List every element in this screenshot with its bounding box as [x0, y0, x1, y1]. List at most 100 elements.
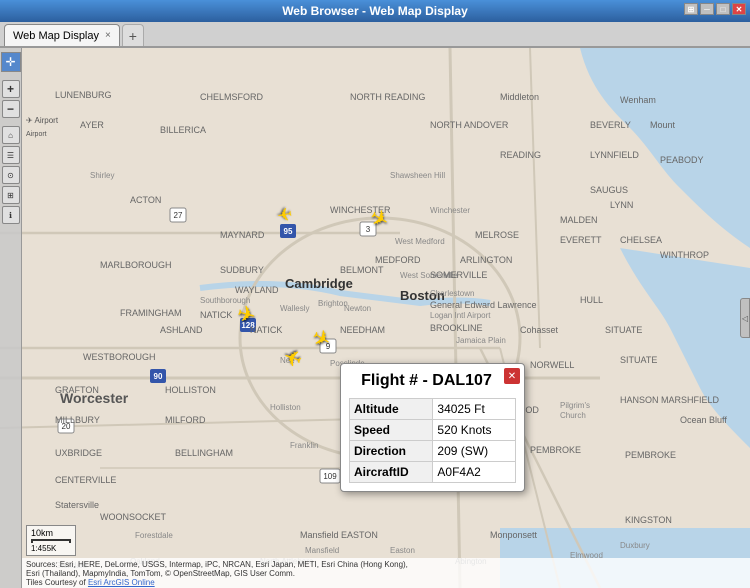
svg-text:MARLBOROUGH: MARLBOROUGH — [100, 260, 172, 270]
attribution-link[interactable]: Esri ArcGIS Online — [88, 578, 155, 587]
svg-text:27: 27 — [174, 211, 183, 220]
locate-btn[interactable]: ⊙ — [2, 166, 20, 184]
svg-text:Ocean Bluff: Ocean Bluff — [680, 415, 727, 425]
popup-row-value: 209 (SW) — [433, 441, 516, 462]
svg-text:CHELMSFORD: CHELMSFORD — [200, 92, 264, 102]
svg-text:KINGSTON: KINGSTON — [625, 515, 672, 525]
svg-text:WAYLAND: WAYLAND — [235, 285, 279, 295]
svg-text:Middleton: Middleton — [500, 92, 539, 102]
tab-bar: Web Map Display × + — [0, 22, 750, 48]
svg-text:PEMBROKE: PEMBROKE — [625, 450, 676, 460]
popup-row-label: Speed — [350, 420, 433, 441]
svg-text:CENTERVILLE: CENTERVILLE — [55, 475, 116, 485]
svg-text:BELMONT: BELMONT — [340, 265, 384, 275]
svg-text:Shawsheen Hill: Shawsheen Hill — [390, 171, 445, 180]
window-title: Web Browser - Web Map Display — [282, 4, 468, 18]
layers-btn[interactable]: ☰ — [2, 146, 20, 164]
window-controls[interactable]: ⊞ ─ □ ✕ — [684, 3, 746, 15]
svg-text:NORTH READING: NORTH READING — [350, 92, 425, 102]
title-bar: Web Browser - Web Map Display ⊞ ─ □ ✕ — [0, 0, 750, 22]
svg-text:SITUATE: SITUATE — [620, 355, 657, 365]
popup-row-value: 520 Knots — [433, 420, 516, 441]
svg-text:NORTH ANDOVER: NORTH ANDOVER — [430, 120, 509, 130]
svg-text:HANSON MARSHFIELD: HANSON MARSHFIELD — [620, 395, 720, 405]
svg-text:Newton: Newton — [344, 304, 371, 313]
nav-compass-btn[interactable]: ✛ — [1, 52, 21, 72]
map-container[interactable]: 95 128 90 3 9 20 27 109 28 — [0, 48, 750, 588]
svg-text:SOMERVILLE: SOMERVILLE — [430, 270, 487, 280]
info-btn[interactable]: ℹ — [2, 206, 20, 224]
new-tab-btn[interactable]: + — [122, 24, 144, 46]
svg-text:FRAMINGHAM: FRAMINGHAM — [120, 308, 182, 318]
map-right-handle[interactable]: ◁ — [740, 298, 750, 338]
svg-text:Pilgrim's: Pilgrim's — [560, 401, 590, 410]
popup-row-label: Altitude — [350, 399, 433, 420]
svg-text:WOONSOCKET: WOONSOCKET — [100, 512, 167, 522]
svg-text:Charlestown: Charlestown — [430, 289, 474, 298]
svg-text:NATICK: NATICK — [200, 310, 232, 320]
svg-text:Winchester: Winchester — [430, 206, 470, 215]
zoom-out-btn[interactable]: − — [2, 100, 20, 118]
zoom-in-btn[interactable]: + — [2, 80, 20, 98]
svg-text:Wallesly: Wallesly — [280, 304, 309, 313]
svg-text:LUNENBURG: LUNENBURG — [55, 90, 112, 100]
svg-text:General Edward Lawrence: General Edward Lawrence — [430, 300, 537, 310]
svg-text:NATICK: NATICK — [250, 325, 282, 335]
svg-text:Monponsett: Monponsett — [490, 530, 538, 540]
svg-text:MELROSE: MELROSE — [475, 230, 519, 240]
svg-text:Shirley: Shirley — [90, 171, 114, 180]
svg-text:READING: READING — [500, 150, 541, 160]
svg-text:MALDEN: MALDEN — [560, 215, 598, 225]
popup-close-btn[interactable]: ✕ — [504, 368, 520, 384]
svg-text:HOLLISTON: HOLLISTON — [165, 385, 216, 395]
svg-text:✈ Airport: ✈ Airport — [26, 116, 59, 125]
svg-text:LYNNFIELD: LYNNFIELD — [590, 150, 639, 160]
svg-text:Forestdale: Forestdale — [135, 531, 173, 540]
svg-text:HULL: HULL — [580, 295, 603, 305]
svg-text:Wenham: Wenham — [620, 95, 656, 105]
svg-text:Airport: Airport — [26, 131, 47, 138]
svg-text:SUDBURY: SUDBURY — [220, 265, 264, 275]
svg-text:WINTHROP: WINTHROP — [660, 250, 709, 260]
measure-btn[interactable]: ⊞ — [2, 186, 20, 204]
svg-text:ASHLAND: ASHLAND — [160, 325, 203, 335]
svg-text:Duxbury: Duxbury — [620, 541, 650, 550]
svg-text:MILLBURY: MILLBURY — [55, 415, 100, 425]
popup-row-label: AircraftID — [350, 462, 433, 483]
svg-text:NEEDHAM: NEEDHAM — [340, 325, 385, 335]
home-btn[interactable]: ⌂ — [2, 126, 20, 144]
win-max-btn[interactable]: □ — [716, 3, 730, 15]
popup-row-value: 34025 Ft — [433, 399, 516, 420]
attribution-bar: Sources: Esri, HERE, DeLorme, USGS, Inte… — [22, 558, 750, 588]
svg-text:PEMBROKE: PEMBROKE — [530, 445, 581, 455]
svg-text:Holliston: Holliston — [270, 403, 301, 412]
popup-row-label: Direction — [350, 441, 433, 462]
win-min-btn[interactable]: ─ — [700, 3, 714, 15]
attribution-line1: Sources: Esri, HERE, DeLorme, USGS, Inte… — [26, 560, 746, 569]
tab-close-btn[interactable]: × — [105, 30, 111, 41]
svg-text:BROOKLINE: BROOKLINE — [430, 323, 483, 333]
svg-text:SAUGUS: SAUGUS — [590, 185, 628, 195]
svg-text:MEDFORD: MEDFORD — [375, 255, 421, 265]
svg-text:GRAFTON: GRAFTON — [55, 385, 99, 395]
svg-text:Jamaica Plain: Jamaica Plain — [456, 336, 506, 345]
win-grid-btn[interactable]: ⊞ — [684, 3, 698, 15]
popup-title: Flight # - DAL107 — [349, 372, 516, 390]
flight-popup: ✕ Flight # - DAL107 Altitude34025 FtSpee… — [340, 363, 525, 492]
svg-text:Cohasset: Cohasset — [520, 325, 559, 335]
win-close-btn[interactable]: ✕ — [732, 3, 746, 15]
tab-label: Web Map Display — [13, 30, 99, 42]
tab-web-map-display[interactable]: Web Map Display × — [4, 24, 120, 46]
svg-text:CHELSEA: CHELSEA — [620, 235, 662, 245]
svg-text:Logan Intl Airport: Logan Intl Airport — [430, 311, 491, 320]
svg-text:BEVERLY: BEVERLY — [590, 120, 631, 130]
svg-text:Mansfield: Mansfield — [305, 546, 339, 555]
svg-text:Franklin: Franklin — [290, 441, 318, 450]
svg-text:UXBRIDGE: UXBRIDGE — [55, 448, 102, 458]
attribution-line2: Esri (Thailand), MapmyIndia, TomTom, © O… — [26, 569, 746, 578]
svg-text:MAYNARD: MAYNARD — [220, 230, 265, 240]
svg-text:AYER: AYER — [80, 120, 104, 130]
svg-text:Church: Church — [560, 411, 586, 420]
attribution-line3: Tiles Courtesy of Esri ArcGIS Online — [26, 578, 746, 587]
map-toolbar: ✛ + − ⌂ ☰ ⊙ ⊞ ℹ — [0, 48, 22, 588]
